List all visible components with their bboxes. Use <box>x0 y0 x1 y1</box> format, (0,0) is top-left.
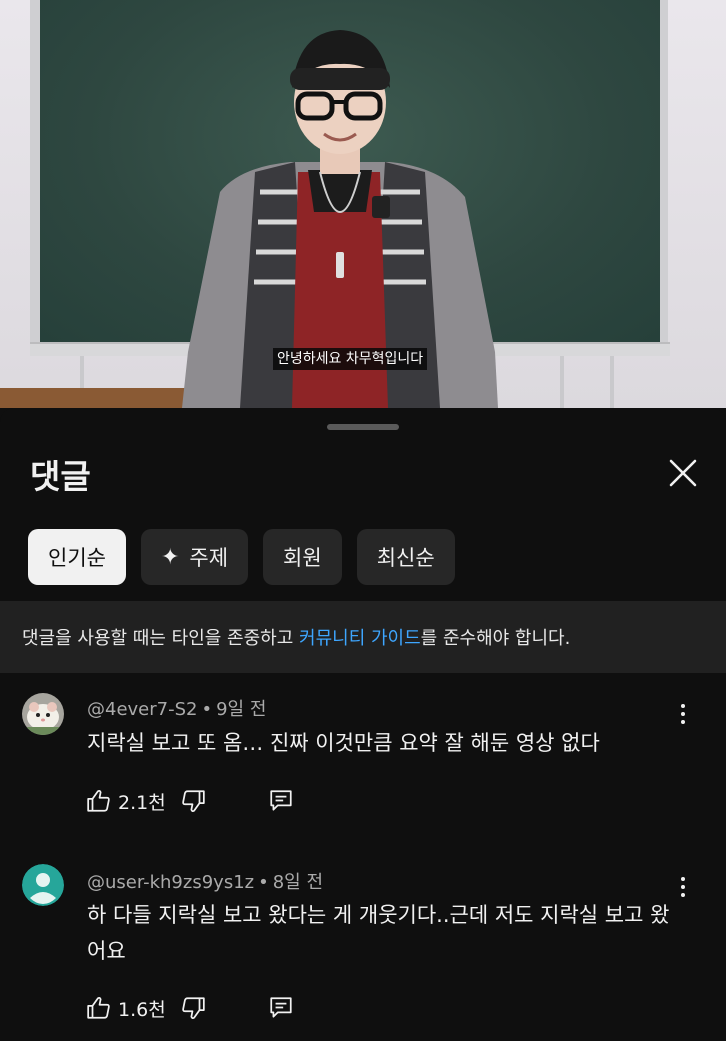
like-count: 1.6천 <box>118 998 166 1021</box>
close-icon <box>669 459 697 487</box>
comment-actions: 1.6천 <box>86 993 294 1023</box>
desk <box>0 388 200 408</box>
chip-topics[interactable]: ✦ 주제 <box>140 529 249 585</box>
comment-actions: 2.1천 <box>86 786 294 816</box>
chip-label: 회원 <box>283 546 322 570</box>
like-count: 2.1천 <box>118 791 166 814</box>
chip-label: 인기순 <box>48 546 106 570</box>
video-player[interactable]: 안녕하세요 차무혁입니다 <box>0 0 726 408</box>
dot <box>681 877 685 881</box>
dot <box>681 893 685 897</box>
guideline-text-after: 를 준수해야 합니다. <box>420 628 571 649</box>
comment-meta: @4ever7-S2 • 9일 전 <box>87 695 266 721</box>
comment-text: 지락실 보고 또 옴… 진짜 이것만큼 요약 잘 해둔 영상 없다 <box>87 731 600 755</box>
reply-icon <box>270 997 292 1018</box>
thumbs-down-icon <box>181 790 205 812</box>
reply-button[interactable] <box>268 788 294 814</box>
avatar[interactable] <box>22 864 64 906</box>
video-subtitle: 안녕하세요 차무혁입니다 <box>273 348 428 370</box>
thumbs-down-icon <box>181 997 205 1019</box>
dot <box>681 885 685 889</box>
comments-sheet: 댓글 인기순 ✦ 주제 회원 최신순 댓글을 사용할 때는 타인을 존중하고 커… <box>0 408 726 1041</box>
sort-chips: 인기순 ✦ 주제 회원 최신순 <box>28 529 455 585</box>
table-leg <box>560 356 564 408</box>
chip-label: 최신순 <box>376 546 435 570</box>
comment-author[interactable]: @user-kh9zs9ys1z <box>87 872 254 893</box>
close-button[interactable] <box>664 454 702 492</box>
hamster-avatar-image <box>22 693 64 735</box>
more-options-button[interactable] <box>672 872 694 902</box>
community-guideline-notice: 댓글을 사용할 때는 타인을 존중하고 커뮤니티 가이드 를 준수해야 합니다. <box>0 601 726 673</box>
community-guidelines-link[interactable]: 커뮤니티 가이드 <box>299 624 421 650</box>
table-leg <box>610 356 614 408</box>
chip-label: 주제 <box>189 546 229 570</box>
meta-separator: • <box>201 699 213 720</box>
like-button[interactable]: 2.1천 <box>86 788 180 815</box>
chip-newest[interactable]: 최신순 <box>356 529 455 585</box>
reply-icon <box>270 790 292 811</box>
comments-title: 댓글 <box>30 457 91 496</box>
meta-separator: • <box>258 872 269 893</box>
default-user-avatar-image <box>22 864 64 906</box>
reply-button[interactable] <box>268 995 294 1021</box>
comment-time: 8일 전 <box>272 872 324 893</box>
comment-time: 9일 전 <box>216 699 267 720</box>
comment-meta: @user-kh9zs9ys1z • 8일 전 <box>87 868 323 894</box>
dot <box>681 720 685 724</box>
like-button[interactable]: 1.6천 <box>86 995 180 1022</box>
dislike-button[interactable] <box>180 788 206 814</box>
chip-members[interactable]: 회원 <box>263 529 342 585</box>
more-options-button[interactable] <box>672 699 694 729</box>
thumbs-up-icon <box>87 790 110 812</box>
comment-text: 하 다들 지락실 보고 왔다는 게 개웃기다..근데 저도 지락실 보고 왔어요 <box>87 903 670 963</box>
avatar[interactable] <box>22 693 64 735</box>
thumbs-up-icon <box>87 997 110 1019</box>
comment-author[interactable]: @4ever7-S2 <box>87 699 197 720</box>
drag-handle[interactable] <box>327 424 399 430</box>
dot <box>681 704 685 708</box>
dot <box>681 712 685 716</box>
table-leg <box>80 356 84 388</box>
chip-popular[interactable]: 인기순 <box>28 529 126 585</box>
guideline-text-before: 댓글을 사용할 때는 타인을 존중하고 <box>22 628 300 649</box>
sparkle-icon: ✦ <box>160 544 180 570</box>
dislike-button[interactable] <box>180 995 206 1021</box>
